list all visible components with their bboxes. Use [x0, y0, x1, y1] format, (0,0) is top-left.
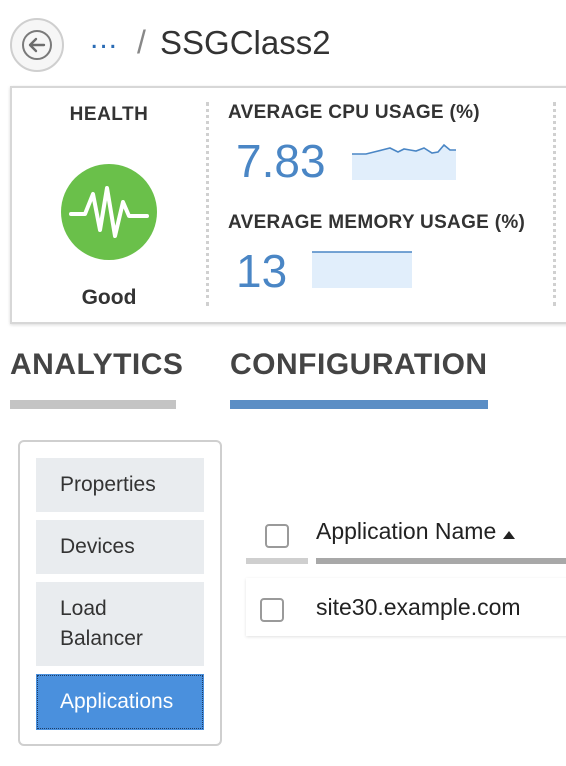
cpu-usage-label: AVERAGE CPU USAGE (%)	[228, 102, 480, 123]
table-row[interactable]: site30.example.com	[246, 578, 566, 636]
column-header-label[interactable]: Application Name	[316, 518, 516, 546]
sidenav-item-properties[interactable]: Properties	[36, 458, 204, 512]
tab-analytics[interactable]: ANALYTICS	[10, 348, 183, 382]
tab-configuration-underline	[230, 400, 488, 409]
sidenav-item-load-balancer[interactable]: Load Balancer	[36, 582, 204, 666]
summary-divider-right	[553, 102, 556, 306]
health-panel: HEALTH Good	[12, 88, 206, 322]
health-title: HEALTH	[69, 104, 149, 125]
column-header-text: Application Name	[316, 518, 497, 544]
page-header: ... / SSGClass2	[0, 0, 566, 86]
config-sidenav: Properties Devices Load Balancer Applica…	[18, 440, 222, 746]
health-status: Good	[81, 286, 137, 309]
breadcrumb-separator: /	[137, 24, 146, 60]
sidenav-item-applications[interactable]: Applications	[36, 674, 204, 730]
cpu-usage-value: 7.83	[236, 135, 326, 187]
back-arrow-icon	[22, 30, 52, 60]
select-all-checkbox[interactable]	[265, 524, 289, 548]
memory-usage-label: AVERAGE MEMORY USAGE (%)	[228, 212, 526, 233]
heartbeat-icon	[61, 164, 157, 260]
cpu-sparkline	[352, 143, 456, 180]
tab-configuration[interactable]: CONFIGURATION	[230, 348, 488, 382]
application-name-cell: site30.example.com	[316, 594, 521, 620]
row-checkbox[interactable]	[260, 598, 284, 622]
header-checkbox-cell	[246, 500, 308, 564]
column-header-application-name[interactable]: Application Name	[316, 500, 566, 564]
memory-usage-value: 13	[236, 245, 288, 297]
sidenav-item-label: Load Balancer	[60, 597, 143, 650]
summary-card: HEALTH Good AVERAGE CPU USAGE (%) 7.83 A…	[10, 86, 566, 324]
breadcrumb-ellipsis[interactable]: ...	[90, 22, 118, 56]
memory-sparkline	[312, 251, 412, 288]
sort-ascending-icon	[502, 519, 516, 546]
header-checkbox-underline	[246, 558, 308, 564]
summary-divider	[206, 102, 209, 306]
page-title: SSGClass2	[160, 24, 331, 61]
back-button[interactable]	[10, 18, 64, 72]
sidenav-item-devices[interactable]: Devices	[36, 520, 204, 574]
tab-analytics-underline	[10, 400, 176, 409]
column-header-underline	[316, 558, 566, 564]
